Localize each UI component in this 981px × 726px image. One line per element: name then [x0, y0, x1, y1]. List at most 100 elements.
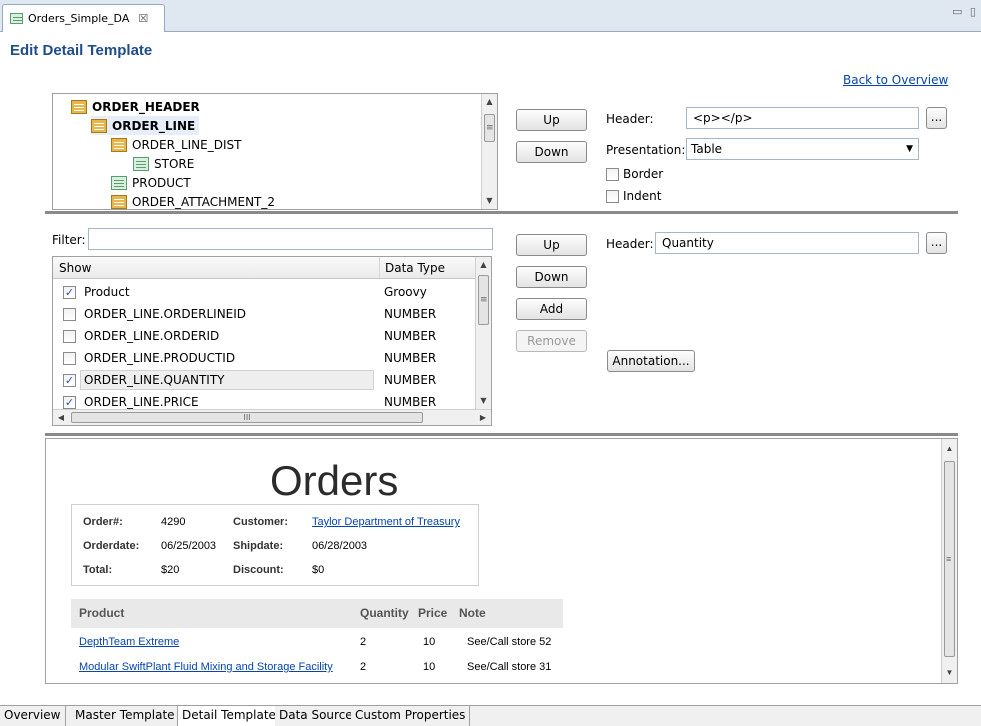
shipdate-value: 06/28/2003 [312, 540, 368, 552]
template-header-field[interactable]: <p></p> [686, 107, 919, 129]
tree-down-button[interactable]: Down [516, 141, 587, 163]
orderdate-value: 06/25/2003 [161, 540, 217, 552]
panel-divider[interactable] [45, 211, 958, 214]
table-icon [111, 137, 127, 152]
filter-label: Filter: [52, 233, 86, 247]
scroll-down-arrow-icon[interactable]: ▼ [482, 193, 497, 209]
product-link[interactable]: Modular SwiftPlant Fluid Mixing and Stor… [79, 656, 333, 678]
back-to-overview-link[interactable]: Back to Overview [843, 73, 948, 87]
window-controls-icon[interactable]: ▭ ▯ [952, 5, 978, 18]
tree-node-label: PRODUCT [132, 175, 191, 190]
scroll-up-arrow-icon[interactable]: ▲ [942, 441, 957, 457]
tree-node-product[interactable]: PRODUCT [111, 173, 191, 192]
checkbox-box[interactable] [63, 330, 76, 343]
tree-node-order-line-dist[interactable]: ORDER_LINE_DIST [111, 135, 241, 154]
tree-node-order-attachment-2[interactable]: ORDER_ATTACHMENT_2 [111, 192, 276, 209]
indent-checkbox[interactable]: Indent [606, 189, 661, 203]
close-tab-icon[interactable]: ☒ [138, 12, 148, 25]
checkbox-box[interactable] [606, 167, 619, 181]
presentation-value: Table [691, 142, 723, 156]
tab-custom-properties[interactable]: Custom Properties [351, 706, 471, 726]
checkbox-box[interactable] [606, 189, 619, 203]
note-cell: See/Call store 52 [467, 636, 552, 648]
quantity-cell: 2 [360, 661, 367, 673]
order-info-box: Order#: 4290 Customer: Taylor Department… [71, 504, 479, 586]
table-icon [71, 99, 87, 114]
border-label: Border [623, 167, 664, 181]
preview-vertical-scrollbar[interactable]: ▲ ▼ [941, 439, 957, 683]
scroll-down-arrow-icon[interactable]: ▼ [476, 393, 491, 409]
table-vertical-scrollbar[interactable]: ▲ ▼ [475, 257, 491, 409]
table-icon [111, 194, 127, 209]
total-value: $20 [161, 564, 180, 576]
checkbox-box[interactable]: ✓ [63, 286, 76, 299]
scroll-down-arrow-icon[interactable]: ▼ [942, 665, 957, 681]
column-header-field[interactable]: Quantity [655, 232, 919, 254]
header-ellipsis-button[interactable]: ... [926, 107, 947, 129]
column-header-ellipsis-button[interactable]: ... [926, 232, 947, 254]
tab-master-template[interactable]: Master Template [71, 706, 180, 726]
scroll-thumb[interactable] [484, 114, 495, 142]
table-row[interactable]: ORDER_LINE.PRODUCTID NUMBER [53, 347, 476, 369]
tree-node-label: STORE [154, 156, 195, 171]
editor-tab[interactable]: Orders_Simple_DA ☒ [2, 4, 165, 32]
scroll-right-arrow-icon[interactable]: ▶ [475, 410, 491, 425]
column-down-button[interactable]: Down [516, 266, 587, 288]
table-row[interactable]: ✓ ORDER_LINE.QUANTITY NUMBER [53, 369, 476, 391]
scroll-up-arrow-icon[interactable]: ▲ [476, 257, 491, 273]
editor-page-tabs: Overview Master Template Detail Template… [0, 705, 981, 726]
scroll-thumb[interactable] [478, 275, 489, 325]
scroll-left-arrow-icon[interactable]: ◀ [53, 410, 69, 425]
column-header-show[interactable]: Show [54, 257, 91, 279]
order-number-value: 4290 [161, 516, 186, 528]
table-row[interactable]: ✓ Product Groovy [53, 281, 476, 303]
tree-node-label: ORDER_ATTACHMENT_2 [132, 194, 276, 209]
columns-table[interactable]: Show Data Type ✓ Product Groovy ORDER_LI… [52, 256, 492, 426]
preview-col-quantity: Quantity [355, 599, 411, 628]
table-leaf-icon [133, 156, 149, 171]
tree-vertical-scrollbar[interactable]: ▲ ▼ [481, 94, 497, 209]
remove-column-button[interactable]: Remove [516, 330, 587, 352]
scroll-thumb[interactable]: III [71, 412, 423, 423]
tree-node-order-line[interactable]: ORDER_LINE [91, 116, 200, 135]
annotation-button[interactable]: Annotation... [607, 350, 695, 372]
detail-tree[interactable]: ORDER_HEADER ORDER_LINE ORDER_LINE_DIST … [52, 93, 498, 210]
editor-tab-strip: Orders_Simple_DA ☒ ▭ ▯ [0, 0, 981, 32]
column-type: NUMBER [384, 307, 437, 321]
column-name: ORDER_LINE.ORDERID [84, 329, 220, 343]
checkbox-box[interactable]: ✓ [63, 396, 76, 409]
scroll-thumb[interactable] [944, 461, 955, 657]
tree-up-button[interactable]: Up [516, 109, 587, 131]
table-horizontal-scrollbar[interactable]: ◀ III ▶ [53, 409, 491, 425]
scroll-up-arrow-icon[interactable]: ▲ [482, 94, 497, 110]
column-header-data-type[interactable]: Data Type [379, 257, 445, 279]
add-column-button[interactable]: Add [516, 298, 587, 320]
tab-overview[interactable]: Overview [0, 706, 66, 726]
table-row[interactable]: ORDER_LINE.ORDERID NUMBER [53, 325, 476, 347]
presentation-select[interactable]: Table ▼ [686, 138, 919, 160]
customer-link[interactable]: Taylor Department of Treasury [312, 516, 460, 528]
tree-node-order-header[interactable]: ORDER_HEADER [71, 97, 200, 116]
checkbox-box[interactable] [63, 308, 76, 321]
border-checkbox[interactable]: Border [606, 167, 663, 181]
tab-detail-template[interactable]: Detail Template [177, 706, 281, 726]
column-up-button[interactable]: Up [516, 234, 587, 256]
tab-data-source[interactable]: Data Source [275, 706, 358, 726]
preview-col-note: Note [455, 599, 563, 628]
filter-input[interactable] [88, 228, 493, 250]
preview-col-product: Product [71, 599, 355, 628]
panel-divider[interactable] [45, 433, 958, 436]
checkbox-box[interactable] [63, 352, 76, 365]
table-row[interactable]: ORDER_LINE.ORDERLINEID NUMBER [53, 303, 476, 325]
tree-node-label: ORDER_LINE [112, 118, 196, 133]
shipdate-label: Shipdate: [233, 540, 284, 552]
preview-col-price: Price [411, 599, 455, 628]
preview-title: Orders [270, 457, 399, 504]
column-type: NUMBER [384, 351, 437, 365]
header-label: Header: [606, 112, 654, 126]
discount-value: $0 [312, 564, 325, 576]
tree-node-store[interactable]: STORE [133, 154, 194, 173]
product-link[interactable]: DepthTeam Extreme [79, 631, 179, 653]
checkbox-box[interactable]: ✓ [63, 374, 76, 387]
note-cell: See/Call store 31 [467, 661, 552, 673]
